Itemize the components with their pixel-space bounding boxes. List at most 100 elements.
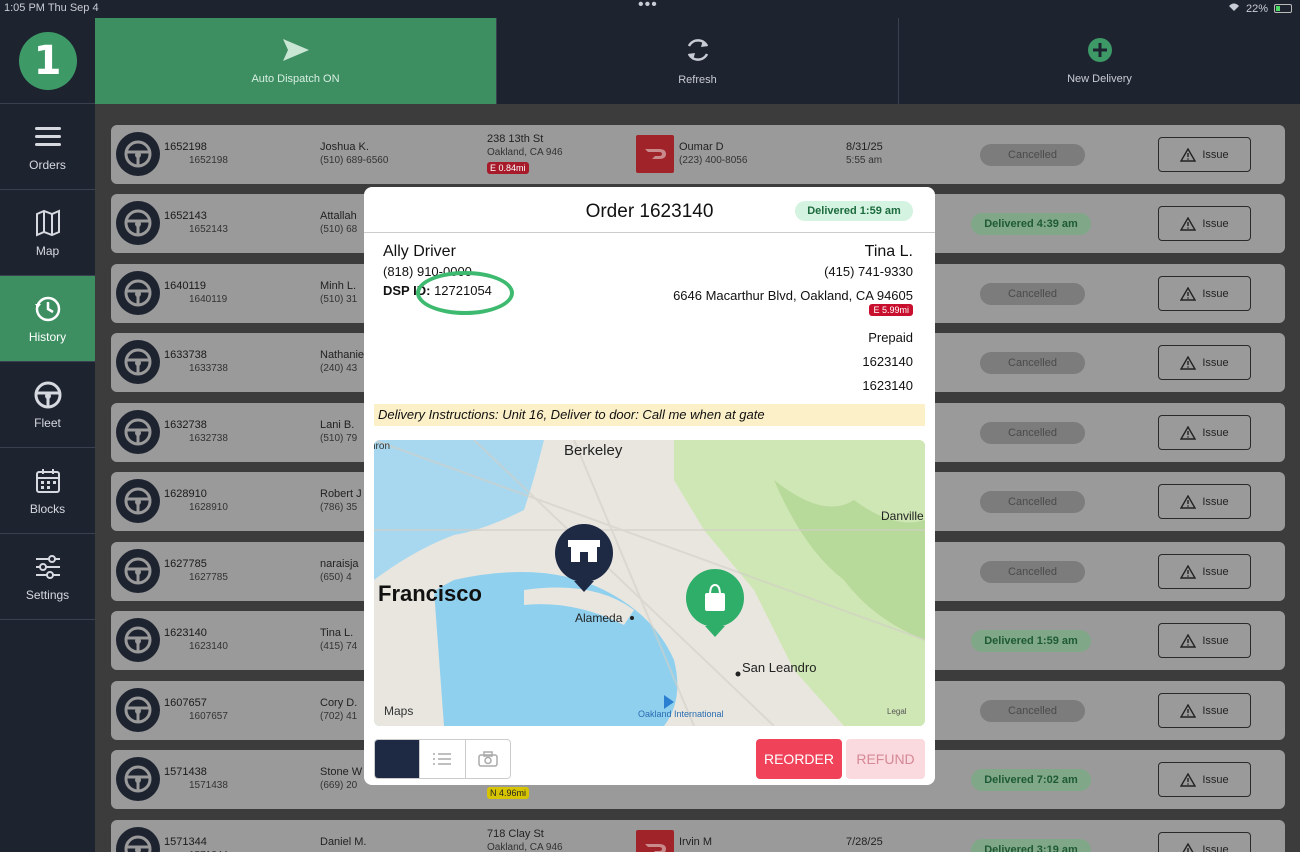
status-badge: Delivered 1:59 am bbox=[795, 201, 913, 221]
steering-wheel-icon bbox=[116, 688, 160, 732]
order-ref: 1640119 bbox=[189, 294, 228, 305]
issue-button[interactable]: Issue bbox=[1158, 484, 1251, 519]
map-label-berkeley: Berkeley bbox=[564, 442, 623, 459]
issue-button[interactable]: Issue bbox=[1158, 206, 1251, 241]
refresh-button[interactable]: Refresh bbox=[497, 18, 899, 104]
driver-phone: (223) 400-8056 bbox=[679, 155, 748, 166]
warning-icon bbox=[1180, 355, 1197, 370]
steering-wheel-icon bbox=[34, 381, 61, 408]
order-id: 1627785 bbox=[164, 558, 207, 570]
issue-label: Issue bbox=[1202, 356, 1229, 369]
warning-icon bbox=[1180, 772, 1197, 787]
customer-phone[interactable]: (415) 741-9330 bbox=[824, 264, 913, 279]
customer-name: Lani B. bbox=[320, 419, 355, 431]
distance-badge: N 4.96mi bbox=[487, 787, 530, 799]
auto-dispatch-button[interactable]: Auto Dispatch ON bbox=[95, 18, 497, 104]
issue-button[interactable]: Issue bbox=[1158, 415, 1251, 450]
delivery-instructions: Delivery Instructions: Unit 16, Deliver … bbox=[374, 404, 925, 426]
order-id: 1633738 bbox=[164, 349, 207, 361]
delivery-map[interactable]: Berkeley uron Francisco Alameda San Lean… bbox=[374, 440, 925, 726]
refund-button[interactable]: REFUND bbox=[846, 739, 925, 779]
order-id: 1571438 bbox=[164, 766, 207, 778]
steering-wheel-icon bbox=[116, 479, 160, 523]
issue-button[interactable]: Issue bbox=[1158, 693, 1251, 728]
customer-phone: (510) 689-6560 bbox=[320, 155, 389, 166]
sidebar-item-history[interactable]: History bbox=[0, 276, 95, 362]
customer-name: Nathanie bbox=[320, 349, 365, 361]
issue-button[interactable]: Issue bbox=[1158, 345, 1251, 380]
new-delivery-button[interactable]: New Delivery bbox=[899, 18, 1300, 104]
map-canvas[interactable]: Berkeley uron Francisco Alameda San Lean… bbox=[374, 440, 925, 726]
sidebar-item-blocks[interactable]: Blocks bbox=[0, 448, 95, 534]
status-badge: Delivered 4:39 am bbox=[971, 213, 1091, 235]
warning-icon bbox=[1180, 703, 1197, 718]
issue-button[interactable]: Issue bbox=[1158, 762, 1251, 797]
table-row[interactable]: 1652198 1652198 Joshua K. (510) 689-6560 238… bbox=[111, 125, 1285, 184]
warning-icon bbox=[1180, 494, 1197, 509]
refresh-icon bbox=[687, 39, 708, 61]
customer-name: Attallah bbox=[320, 210, 357, 222]
send-icon bbox=[282, 39, 309, 61]
order-id: 1628910 bbox=[164, 488, 207, 500]
issue-label: Issue bbox=[1202, 773, 1229, 786]
top-toolbar: Auto Dispatch ON Refresh New Delivery bbox=[95, 18, 1300, 104]
sliders-icon bbox=[35, 554, 60, 579]
status-badge: Delivered 7:02 am bbox=[971, 769, 1091, 791]
steering-wheel-icon bbox=[116, 827, 160, 852]
tab-photos[interactable] bbox=[466, 740, 510, 778]
warning-icon bbox=[1182, 842, 1195, 852]
customer-phone: (510) 31 bbox=[320, 294, 358, 305]
multitask-dots-icon[interactable]: ••• bbox=[638, 0, 658, 14]
history-icon bbox=[34, 296, 60, 321]
customer-phone: (669) 20 bbox=[320, 780, 358, 791]
issue-button[interactable]: Issue bbox=[1158, 137, 1251, 172]
map-label-francisco: Francisco bbox=[378, 581, 482, 606]
issue-label: Issue bbox=[1202, 634, 1229, 647]
refresh-label: Refresh bbox=[678, 74, 717, 86]
map-legal-link[interactable]: Legal bbox=[887, 707, 907, 716]
issue-button[interactable]: Issue bbox=[1158, 554, 1251, 589]
status-badge: Cancelled bbox=[980, 700, 1085, 722]
address-city: Oakland, CA 946 bbox=[487, 842, 563, 852]
customer-name: Minh L. bbox=[320, 280, 357, 292]
highlight-circle-annotation bbox=[416, 271, 514, 315]
hamburger-icon bbox=[34, 126, 61, 146]
map-label-oakland-intl: Oakland International bbox=[638, 709, 724, 719]
customer-phone: (510) 79 bbox=[320, 433, 358, 444]
order-ref: 1607657 bbox=[189, 711, 228, 722]
issue-label: Issue bbox=[1202, 287, 1229, 300]
order-id: 1652198 bbox=[164, 141, 207, 153]
customer-phone: (650) 4 bbox=[320, 572, 352, 583]
customer-name: Daniel M. bbox=[320, 836, 367, 848]
driver-name: Oumar D bbox=[679, 141, 724, 153]
status-badge: Cancelled bbox=[980, 283, 1085, 305]
app-logo[interactable]: 1 bbox=[18, 31, 77, 90]
logo-container: 1 bbox=[0, 18, 95, 104]
apple-maps-logo: Maps bbox=[384, 704, 413, 718]
new-delivery-label: New Delivery bbox=[1067, 73, 1132, 85]
order-ref: 1632738 bbox=[189, 433, 228, 444]
sidebar-item-label: Fleet bbox=[34, 415, 61, 430]
customer-name: Robert J bbox=[320, 488, 362, 500]
customer-name: Cory D. bbox=[320, 697, 358, 709]
tab-map[interactable] bbox=[375, 740, 421, 778]
steering-wheel-icon bbox=[116, 340, 160, 384]
table-row[interactable]: 15713441571344Daniel M.718 Clay StOaklan… bbox=[111, 820, 1285, 852]
order-id: 1652143 bbox=[164, 210, 207, 222]
sidebar-item-settings[interactable]: Settings bbox=[0, 534, 95, 620]
sidebar-item-orders[interactable]: Orders bbox=[0, 104, 95, 190]
issue-button[interactable]: Issue bbox=[1158, 832, 1251, 852]
reorder-button[interactable]: REORDER bbox=[756, 739, 842, 779]
tab-details[interactable] bbox=[420, 740, 466, 778]
order-id: 1632738 bbox=[164, 419, 207, 431]
issue-button[interactable]: Issue bbox=[1158, 623, 1251, 658]
sidebar-item-map[interactable]: Map bbox=[0, 190, 95, 276]
issue-label: Issue bbox=[1202, 565, 1229, 578]
steering-wheel-icon bbox=[116, 410, 160, 454]
steering-wheel-icon bbox=[116, 271, 160, 315]
sidebar-item-fleet[interactable]: Fleet bbox=[0, 362, 95, 448]
status-badge: Delivered 1:59 am bbox=[971, 630, 1091, 652]
modal-view-tabs bbox=[374, 739, 511, 779]
customer-name: Tina L. bbox=[320, 627, 354, 639]
issue-button[interactable]: Issue bbox=[1158, 276, 1251, 311]
